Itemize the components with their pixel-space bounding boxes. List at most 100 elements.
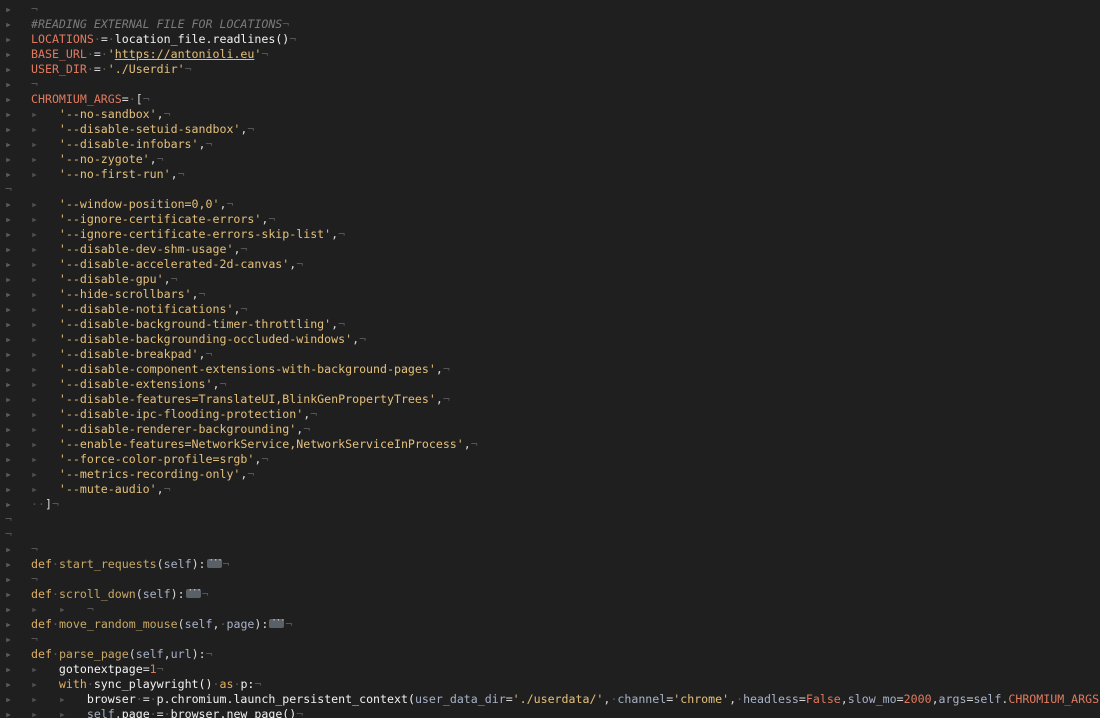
code-line[interactable]: ▸ ▸ '--disable-accelerated-2d-canvas',¬: [0, 257, 1100, 272]
code-line[interactable]: ▸ ▸ '--disable-background-timer-throttlin…: [0, 317, 1100, 332]
fold-gutter-marker[interactable]: ▸: [5, 587, 12, 602]
code-line[interactable]: ▸ ▸ '--window-position=0,0',¬: [0, 197, 1100, 212]
code-line[interactable]: ▸ ▸ '--hide-scrollbars',¬: [0, 287, 1100, 302]
code-line[interactable]: ▸ ▸ '--disable-infobars',¬: [0, 137, 1100, 152]
fold-gutter-marker[interactable]: ▸: [5, 137, 12, 152]
code-line[interactable]: ▸ ▸ gotonextpage=1¬: [0, 662, 1100, 677]
code-line[interactable]: ▸ #READING EXTERNAL FILE FOR LOCATIONS¬: [0, 17, 1100, 32]
fold-gutter-marker[interactable]: ▸: [5, 272, 12, 287]
code-token: [: [135, 92, 143, 106]
fold-gutter-marker[interactable]: ▸: [5, 62, 12, 77]
fold-gutter-marker[interactable]: ▸: [5, 482, 12, 497]
fold-gutter-marker[interactable]: ▸: [5, 317, 12, 332]
code-line[interactable]: ▸ ▸ '--no-first-run',¬: [0, 167, 1100, 182]
code-line[interactable]: ▸ ¬: [0, 572, 1100, 587]
folded-code-icon[interactable]: [185, 584, 201, 599]
code-editor[interactable]: ▸ ¬ ▸ #READING EXTERNAL FILE FOR LOCATIONS¬…: [0, 0, 1100, 718]
fold-gutter-marker[interactable]: ▸: [5, 377, 12, 392]
code-line[interactable]: ▸ ▸ '--disable-backgrounding-occluded-win…: [0, 332, 1100, 347]
code-line[interactable]: ▸ ▸ '--ignore-certificate-errors-skip-lis…: [0, 227, 1100, 242]
code-line[interactable]: ▸ def·start_requests(self): ¬: [0, 554, 1100, 572]
fold-gutter-marker[interactable]: ▸: [5, 92, 12, 107]
code-line[interactable]: ▸ ▸ '--no-sandbox',¬: [0, 107, 1100, 122]
fold-gutter-marker[interactable]: ▸: [5, 647, 12, 662]
fold-gutter-marker[interactable]: ▸: [5, 122, 12, 137]
folded-code-icon[interactable]: [206, 554, 222, 569]
fold-gutter-marker[interactable]: ▸: [5, 152, 12, 167]
code-line[interactable]: ¬: [0, 182, 1100, 197]
code-line[interactable]: ▸ ▸ '--disable-component-extensions-with-…: [0, 362, 1100, 377]
code-line[interactable]: ▸ ··]¬: [0, 497, 1100, 512]
fold-gutter-marker[interactable]: ▸: [5, 77, 12, 92]
code-token: =: [121, 92, 129, 106]
fold-gutter-marker[interactable]: ▸: [5, 662, 12, 677]
code-line[interactable]: ▸ ▸ '--disable-breakpad',¬: [0, 347, 1100, 362]
code-line[interactable]: ▸ ▸ '--disable-renderer-backgrounding',¬: [0, 422, 1100, 437]
code-line[interactable]: ¬: [0, 512, 1100, 527]
fold-gutter-marker[interactable]: ▸: [5, 602, 12, 617]
code-line[interactable]: ▸ ▸ '--mute-audio',¬: [0, 482, 1100, 497]
fold-gutter-marker[interactable]: ▸: [5, 407, 12, 422]
fold-gutter-marker[interactable]: ▸: [5, 467, 12, 482]
code-line[interactable]: ▸ ▸ '--force-color-profile=srgb',¬: [0, 452, 1100, 467]
code-line[interactable]: ▸ ¬: [0, 77, 1100, 92]
fold-gutter-marker[interactable]: ▸: [5, 692, 12, 707]
code-line[interactable]: ▸ ▸ '--ignore-certificate-errors',¬: [0, 212, 1100, 227]
code-line[interactable]: ▸ ▸ '--metrics-recording-only',¬: [0, 467, 1100, 482]
code-line[interactable]: ¬: [0, 527, 1100, 542]
code-token[interactable]: https://antonioli.eu: [115, 47, 255, 61]
fold-gutter-marker[interactable]: ▸: [5, 332, 12, 347]
code-line[interactable]: ▸ CHROMIUM_ARGS=·[¬: [0, 92, 1100, 107]
fold-gutter-marker[interactable]: ▸: [5, 542, 12, 557]
fold-gutter-marker[interactable]: ▸: [5, 437, 12, 452]
code-line[interactable]: ▸ ¬: [0, 2, 1100, 17]
fold-gutter-marker[interactable]: ▸: [5, 362, 12, 377]
code-line[interactable]: ▸ def·parse_page(self,url):¬: [0, 647, 1100, 662]
code-line[interactable]: ▸ LOCATIONS·=·location_file.readlines()¬: [0, 32, 1100, 47]
code-line[interactable]: ▸ USER_DIR·=·'./Userdir'¬: [0, 62, 1100, 77]
fold-gutter-marker[interactable]: ▸: [5, 287, 12, 302]
code-line[interactable]: ▸ ▸ '--disable-ipc-flooding-protection',¬: [0, 407, 1100, 422]
fold-gutter-marker[interactable]: ▸: [5, 677, 12, 692]
fold-gutter-marker[interactable]: ▸: [5, 497, 12, 512]
fold-gutter-marker[interactable]: ▸: [5, 197, 12, 212]
fold-gutter-marker[interactable]: ▸: [5, 392, 12, 407]
fold-gutter-marker[interactable]: ▸: [5, 257, 12, 272]
code-line[interactable]: ▸ ▸ '--enable-features=NetworkService,Net…: [0, 437, 1100, 452]
fold-gutter-marker[interactable]: ▸: [5, 617, 12, 632]
code-line[interactable]: ▸ ▸ '--disable-setuid-sandbox',¬: [0, 122, 1100, 137]
fold-gutter-marker[interactable]: ▸: [5, 32, 12, 47]
code-line[interactable]: ▸ ¬: [0, 632, 1100, 647]
fold-gutter-marker[interactable]: ▸: [5, 422, 12, 437]
fold-gutter-marker[interactable]: ▸: [5, 107, 12, 122]
code-line[interactable]: ▸ ▸ '--no-zygote',¬: [0, 152, 1100, 167]
code-line[interactable]: ▸ ▸ ▸ ¬: [0, 602, 1100, 617]
code-line[interactable]: ▸def·move_random_mouse(self,·page):¬: [0, 614, 1100, 632]
fold-gutter-marker[interactable]: ▸: [5, 302, 12, 317]
code-line[interactable]: ▸ ▸ with·sync_playwright()·as·p:¬: [0, 677, 1100, 692]
code-line[interactable]: ▸ ▸ ▸ self.page·=·browser.new_page()¬: [0, 707, 1100, 718]
folded-code-icon[interactable]: [269, 614, 285, 629]
fold-gutter-marker[interactable]: ▸: [5, 632, 12, 647]
fold-gutter-marker[interactable]: ▸: [5, 227, 12, 242]
fold-gutter-marker[interactable]: ▸: [5, 212, 12, 227]
fold-gutter-marker[interactable]: ▸: [5, 242, 12, 257]
fold-gutter-marker[interactable]: ▸: [5, 47, 12, 62]
fold-gutter-marker[interactable]: ▸: [5, 707, 12, 718]
code-line[interactable]: ▸ ▸ '--disable-dev-shm-usage',¬: [0, 242, 1100, 257]
fold-gutter-marker[interactable]: ▸: [5, 2, 12, 17]
code-line[interactable]: ▸ ▸ '--disable-features=TranslateUI,Blink…: [0, 392, 1100, 407]
fold-gutter-marker[interactable]: ▸: [5, 347, 12, 362]
code-line[interactable]: ▸ BASE_URL·=·'https://antonioli.eu'¬: [0, 47, 1100, 62]
fold-gutter-marker[interactable]: ▸: [5, 452, 12, 467]
code-line[interactable]: ▸ ▸ ▸ browser·=·p.chromium.launch_persist…: [0, 692, 1100, 707]
code-line[interactable]: ▸ ▸ '--disable-notifications',¬: [0, 302, 1100, 317]
fold-gutter-marker[interactable]: ▸: [5, 167, 12, 182]
fold-gutter-marker[interactable]: ▸: [5, 557, 12, 572]
fold-gutter-marker[interactable]: ▸: [5, 17, 12, 32]
code-line[interactable]: ▸ ▸ '--disable-gpu',¬: [0, 272, 1100, 287]
fold-gutter-marker[interactable]: ▸: [5, 572, 12, 587]
code-line[interactable]: ▸ def·scroll_down(self): ¬: [0, 584, 1100, 602]
code-line[interactable]: ▸ ¬: [0, 542, 1100, 557]
code-line[interactable]: ▸ ▸ '--disable-extensions',¬: [0, 377, 1100, 392]
